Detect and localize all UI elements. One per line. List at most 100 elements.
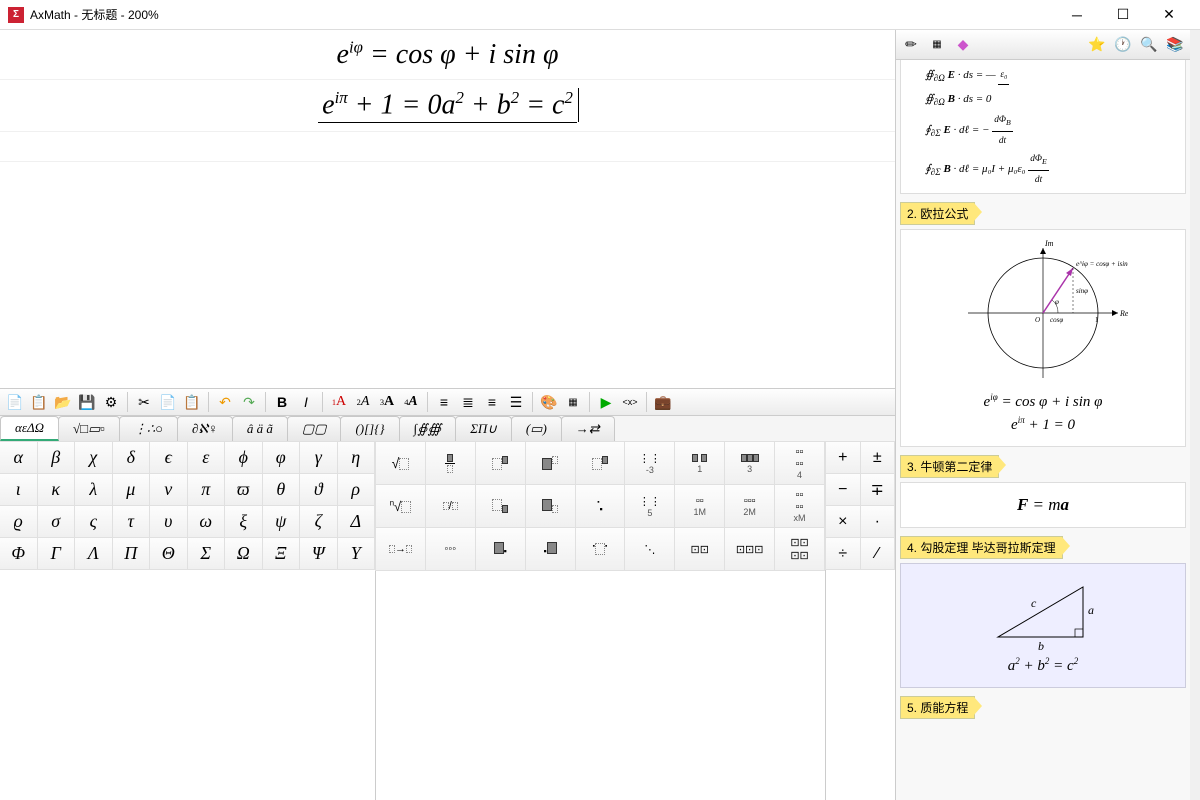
struct-12[interactable] [525,484,576,528]
greek-Υ[interactable]: Υ [337,537,376,570]
greek-ψ[interactable]: ψ [262,505,301,538]
section-4-label[interactable]: 4. 勾股定理 毕达哥拉斯定理 [900,536,1063,559]
section-4-body[interactable]: a b c a2 + b2 = c2 [900,563,1186,688]
struct-1[interactable] [425,441,476,485]
undo-button[interactable]: ↶ [214,391,236,413]
op-·[interactable]: · [860,505,896,538]
bold-button[interactable]: B [271,391,293,413]
section-2-body[interactable]: Im Re O 1 φ sinφ cosφ e^iφ = cosφ + isin… [900,229,1186,447]
struct-21[interactable]: ▪ [525,527,576,571]
cut-button[interactable]: ✂ [133,391,155,413]
op-∕[interactable]: ∕ [860,537,896,570]
tab-8[interactable]: ΣΠ∪ [455,416,512,441]
op-+[interactable]: + [825,441,861,474]
font-color-2[interactable]: 2A [352,391,374,413]
struct-11[interactable] [475,484,526,528]
greek-ϵ[interactable]: ϵ [149,441,188,474]
align-justify-button[interactable]: ☰ [505,391,527,413]
tab-4[interactable]: â ä ã [232,416,288,441]
greek-ι[interactable]: ι [0,473,38,506]
maximize-button[interactable]: ☐ [1100,0,1146,30]
op-×[interactable]: × [825,505,861,538]
open-button[interactable]: 📂 [52,391,74,413]
settings-button[interactable]: ⚙ [100,391,122,413]
greek-ε[interactable]: ε [187,441,226,474]
align-left-button[interactable]: ≡ [433,391,455,413]
greek-ρ[interactable]: ρ [337,473,376,506]
equation-canvas[interactable]: eiφ = cos φ + i sin φ eiπ + 1 = 0a2 + b2… [0,30,895,388]
struct-0[interactable]: √ [375,441,426,485]
grid-icon[interactable]: ▦ [926,34,948,56]
struct-26[interactable]: ⊡⊡⊡⊡ [774,527,825,571]
greek-Ξ[interactable]: Ξ [262,537,301,570]
clock-icon[interactable]: 🕐 [1112,34,1134,56]
eraser-icon[interactable]: ✏ [900,34,922,56]
struct-8[interactable]: ▫▫▫▫4 [774,441,825,485]
greek-ζ[interactable]: ζ [299,505,338,538]
greek-α[interactable]: α [0,441,38,474]
side-content[interactable]: ∯∂Ω E · ds = — ε₀ ∯∂Ω B · ds = 0 ∮∂Σ E ·… [896,60,1190,800]
op-÷[interactable]: ÷ [825,537,861,570]
equation-line-1[interactable]: eiφ = cos φ + i sin φ [0,30,895,80]
op-∓[interactable]: ∓ [860,473,896,506]
greek-Σ[interactable]: Σ [187,537,226,570]
greek-ϖ[interactable]: ϖ [224,473,263,506]
section-3-label[interactable]: 3. 牛顿第二定律 [900,455,999,478]
greek-π[interactable]: π [187,473,226,506]
struct-19[interactable]: ◦◦◦ [425,527,476,571]
greek-Δ[interactable]: Δ [337,505,376,538]
greek-ν[interactable]: ν [149,473,188,506]
greek-ξ[interactable]: ξ [224,505,263,538]
greek-ω[interactable]: ω [187,505,226,538]
font-color-4[interactable]: 4A [400,391,422,413]
greek-ϑ[interactable]: ϑ [299,473,338,506]
greek-ϕ[interactable]: ϕ [224,441,263,474]
greek-μ[interactable]: μ [112,473,151,506]
struct-13[interactable]: ▪▪ [575,484,626,528]
struct-4[interactable] [575,441,626,485]
greek-Π[interactable]: Π [112,537,151,570]
new-button[interactable]: 📄 [4,391,26,413]
greek-β[interactable]: β [37,441,76,474]
clipboard-button[interactable]: 📋 [181,391,203,413]
greek-δ[interactable]: δ [112,441,151,474]
star-icon[interactable]: ⭐ [1086,34,1108,56]
struct-23[interactable]: ⋱ [624,527,675,571]
palette-button[interactable]: ▦ [562,391,584,413]
equation-line-2[interactable]: eiπ + 1 = 0a2 + b2 = c2 [0,80,895,131]
struct-6[interactable]: 1 [674,441,725,485]
minimize-button[interactable]: ─ [1054,0,1100,30]
greek-ς[interactable]: ς [74,505,113,538]
tab-5[interactable]: ▢▢ [287,416,342,441]
op-±[interactable]: ± [860,441,896,474]
struct-25[interactable]: ⊡⊡⊡ [724,527,775,571]
tag-icon[interactable]: ◆ [952,34,974,56]
search-icon[interactable]: 🔍 [1138,34,1160,56]
color-picker-button[interactable]: 🎨 [538,391,560,413]
tab-1[interactable]: √□▭▫ [58,416,120,441]
struct-22[interactable]: ▪▪ [575,527,626,571]
section-2-label[interactable]: 2. 欧拉公式 [900,202,975,225]
tab-0[interactable]: αεΔΩ [0,416,59,441]
font-color-3[interactable]: 3A [376,391,398,413]
greek-τ[interactable]: τ [112,505,151,538]
greek-υ[interactable]: υ [149,505,188,538]
greek-λ[interactable]: λ [74,473,113,506]
tab-3[interactable]: ∂ℵ♀ [177,416,233,441]
section-5-label[interactable]: 5. 质能方程 [900,696,975,719]
struct-2[interactable] [475,441,526,485]
align-right-button[interactable]: ≡ [481,391,503,413]
close-button[interactable]: ✕ [1146,0,1192,30]
struct-14[interactable]: ⋮⋮5 [624,484,675,528]
tab-6[interactable]: ()[]{} [340,416,399,441]
equation-line-empty[interactable] [0,132,895,162]
greek-κ[interactable]: κ [37,473,76,506]
greek-Θ[interactable]: Θ [149,537,188,570]
greek-σ[interactable]: σ [37,505,76,538]
greek-φ[interactable]: φ [262,441,301,474]
save-button[interactable]: 💾 [76,391,98,413]
greek-θ[interactable]: θ [262,473,301,506]
section-3-body[interactable]: F = ma [900,482,1186,528]
greek-η[interactable]: η [337,441,376,474]
struct-15[interactable]: ▫▫1M [674,484,725,528]
